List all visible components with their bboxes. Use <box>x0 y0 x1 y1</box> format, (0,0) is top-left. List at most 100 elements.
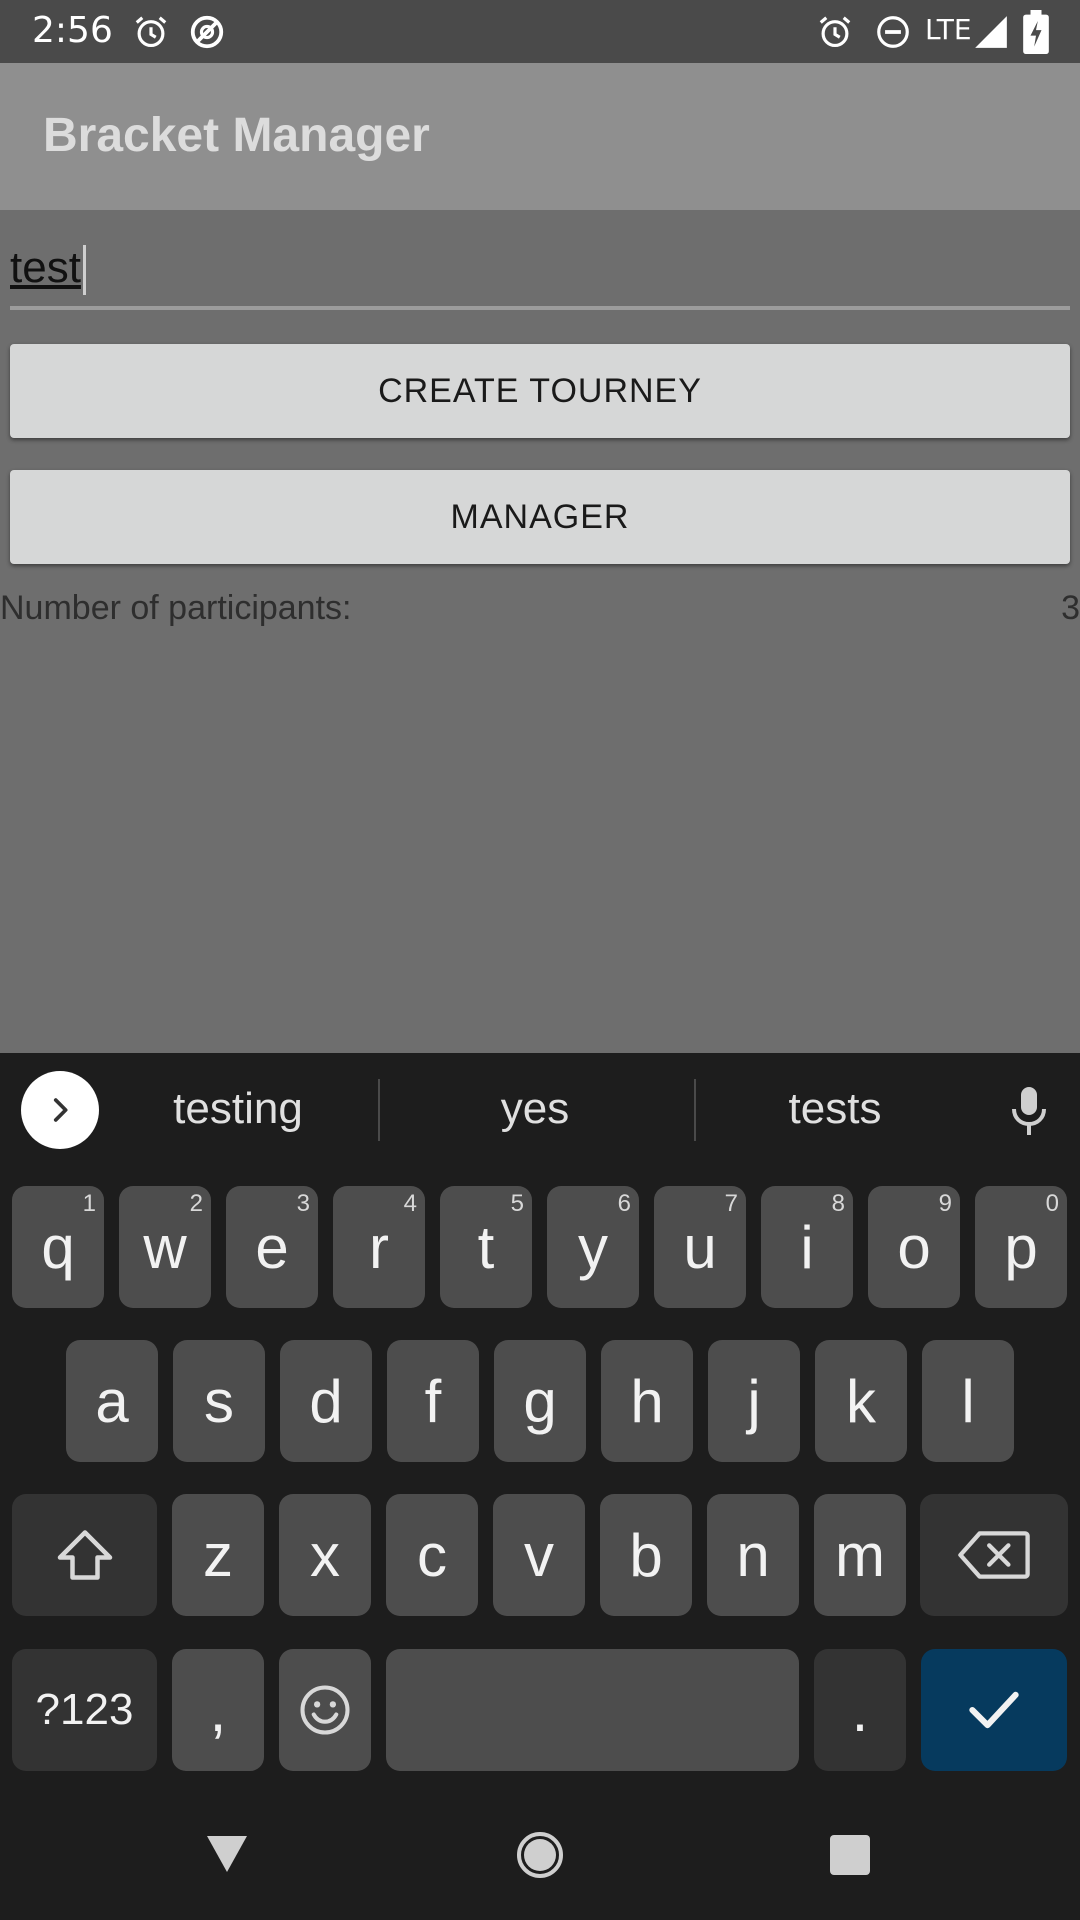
suggestion-1[interactable]: testing <box>120 1075 356 1143</box>
key-c[interactable]: c <box>386 1494 478 1616</box>
microphone-icon[interactable] <box>1008 1085 1050 1137</box>
key-label: i <box>800 1213 814 1281</box>
key-v[interactable]: v <box>493 1494 585 1616</box>
network-type: LTE <box>925 13 972 46</box>
status-bar: 2:56 LTE <box>0 0 1080 63</box>
key-label: o <box>897 1213 931 1281</box>
navigation-bar <box>0 1789 1080 1920</box>
key-l[interactable]: l <box>922 1340 1014 1462</box>
key-w[interactable]: w2 <box>119 1186 211 1308</box>
smiley-icon <box>300 1685 350 1735</box>
vpn-icon <box>190 15 224 49</box>
key-n[interactable]: n <box>707 1494 799 1616</box>
key-a[interactable]: a <box>66 1340 158 1462</box>
recents-icon[interactable] <box>830 1835 870 1875</box>
key-hint: 1 <box>82 1190 96 1217</box>
key-i[interactable]: i8 <box>761 1186 853 1308</box>
key-label: c <box>417 1521 447 1589</box>
key-o[interactable]: o9 <box>868 1186 960 1308</box>
alarm-icon <box>135 16 167 48</box>
checkmark-icon <box>969 1691 1019 1729</box>
key-label: s <box>204 1367 234 1435</box>
key-p[interactable]: p0 <box>975 1186 1067 1308</box>
symbols-key[interactable]: ?123 <box>12 1649 157 1771</box>
key-label: z <box>203 1521 233 1589</box>
chevron-right-icon <box>53 1098 68 1122</box>
key-label: t <box>477 1213 495 1281</box>
suggestion-2[interactable]: yes <box>420 1075 650 1143</box>
key-f[interactable]: f <box>387 1340 479 1462</box>
key-hint: 2 <box>189 1190 203 1217</box>
comma-key[interactable]: , <box>172 1649 264 1771</box>
key-q[interactable]: q1 <box>12 1186 104 1308</box>
create-tourney-button[interactable]: CREATE TOURNEY <box>10 344 1070 438</box>
tourney-name-value: test <box>10 242 86 296</box>
key-label: v <box>524 1521 554 1589</box>
shift-key[interactable] <box>12 1494 157 1616</box>
key-r[interactable]: r4 <box>333 1186 425 1308</box>
key-label: g <box>523 1367 557 1435</box>
signal-icon <box>975 16 1007 48</box>
app-title: Bracket Manager <box>43 109 430 162</box>
key-z[interactable]: z <box>172 1494 264 1616</box>
suggestion-divider <box>378 1079 380 1141</box>
key-d[interactable]: d <box>280 1340 372 1462</box>
key-t[interactable]: t5 <box>440 1186 532 1308</box>
text-caret <box>82 245 86 296</box>
key-label: m <box>835 1521 885 1589</box>
back-icon[interactable] <box>205 1834 249 1874</box>
key-label: e <box>255 1213 289 1281</box>
key-label: d <box>309 1367 343 1435</box>
key-u[interactable]: u7 <box>654 1186 746 1308</box>
key-label: r <box>369 1213 389 1281</box>
tourney-name-input[interactable]: test <box>10 228 1070 310</box>
key-x[interactable]: x <box>279 1494 371 1616</box>
key-hint: 7 <box>724 1190 738 1217</box>
expand-toolbar-button[interactable] <box>21 1071 99 1149</box>
key-hint: 6 <box>617 1190 631 1217</box>
key-label: y <box>578 1213 608 1281</box>
key-g[interactable]: g <box>494 1340 586 1462</box>
emoji-key[interactable] <box>279 1649 371 1771</box>
key-hint: 3 <box>296 1190 310 1217</box>
key-label: h <box>630 1367 664 1435</box>
key-k[interactable]: k <box>815 1340 907 1462</box>
key-label: b <box>629 1521 663 1589</box>
done-key[interactable] <box>921 1649 1067 1771</box>
key-label: u <box>683 1213 717 1281</box>
alarm-icon-right <box>819 16 851 48</box>
key-h[interactable]: h <box>601 1340 693 1462</box>
manager-button[interactable]: MANAGER <box>10 470 1070 564</box>
key-label: f <box>424 1367 442 1435</box>
key-j[interactable]: j <box>708 1340 800 1462</box>
key-hint: 4 <box>403 1190 417 1217</box>
key-label: q <box>41 1213 75 1281</box>
period-key[interactable]: . <box>814 1649 906 1771</box>
backspace-icon <box>958 1531 1030 1579</box>
suggestion-divider <box>694 1079 696 1141</box>
key-hint: 0 <box>1045 1190 1059 1217</box>
key-label: n <box>736 1521 770 1589</box>
participants-label: Number of participants: <box>0 589 352 627</box>
key-b[interactable]: b <box>600 1494 692 1616</box>
key-label: a <box>95 1367 129 1435</box>
battery-icon <box>1023 10 1049 54</box>
space-key[interactable] <box>386 1649 799 1771</box>
key-s[interactable]: s <box>173 1340 265 1462</box>
key-y[interactable]: y6 <box>547 1186 639 1308</box>
key-m[interactable]: m <box>814 1494 906 1616</box>
backspace-key[interactable] <box>920 1494 1068 1616</box>
key-label: j <box>747 1367 761 1435</box>
status-time: 2:56 <box>32 10 113 51</box>
key-hint: 8 <box>831 1190 845 1217</box>
key-e[interactable]: e3 <box>226 1186 318 1308</box>
do-not-disturb-icon <box>877 16 909 48</box>
key-label: p <box>1004 1213 1038 1281</box>
suggestion-3[interactable]: tests <box>720 1075 950 1143</box>
shift-icon <box>57 1530 112 1580</box>
participants-count: 3 <box>1061 589 1080 627</box>
home-icon[interactable] <box>516 1831 564 1879</box>
key-hint: 9 <box>938 1190 952 1217</box>
key-label: l <box>961 1367 975 1435</box>
key-hint: 5 <box>510 1190 524 1217</box>
